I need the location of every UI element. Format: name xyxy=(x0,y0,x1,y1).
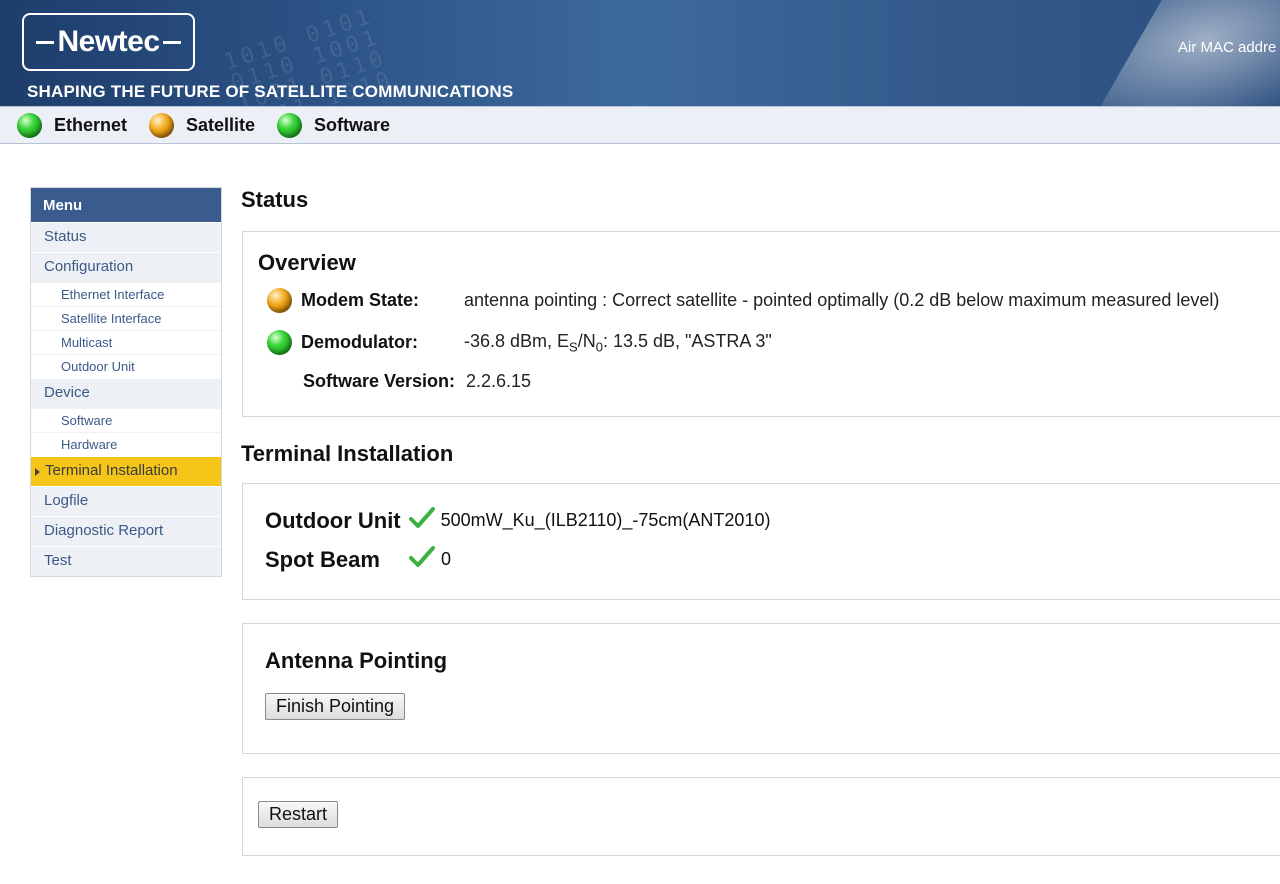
tagline: SHAPING THE FUTURE OF SATELLITE COMMUNIC… xyxy=(27,82,514,101)
status-ethernet-label: Ethernet xyxy=(54,114,128,135)
terminal-installation-panel: Outdoor Unit 500mW_Ku_(ILB2110)_-75cm(AN… xyxy=(242,483,1280,600)
checkmark-icon xyxy=(409,545,435,574)
antenna-pointing-title: Antenna Pointing xyxy=(265,648,448,673)
terminal-installation-title: Terminal Installation xyxy=(241,441,454,466)
restart-panel: Restart xyxy=(242,777,1280,856)
modem-state-label: Modem State: xyxy=(301,290,420,310)
modem-state-row: Modem State: antenna pointing : Correct … xyxy=(267,288,1219,313)
software-version-label: Software Version: xyxy=(303,371,456,391)
status-led-orange-icon xyxy=(149,112,175,138)
menu-subitem-software[interactable]: Software xyxy=(31,408,221,432)
menu-header: Menu xyxy=(31,188,221,222)
status-led-green-icon xyxy=(17,112,42,138)
status-ethernet: Ethernet xyxy=(17,112,128,138)
overview-title: Overview xyxy=(258,250,356,275)
demodulator-label: Demodulator: xyxy=(301,332,418,352)
menu-subitem-multicast[interactable]: Multicast xyxy=(31,330,221,354)
menu-item-diagnostic-report[interactable]: Diagnostic Report xyxy=(31,516,221,546)
status-software-label: Software xyxy=(314,114,391,135)
menu-item-terminal-installation[interactable]: Terminal Installation xyxy=(31,456,221,486)
outdoor-unit-value: 500mW_Ku_(ILB2110)_-75cm(ANT2010) xyxy=(440,510,771,530)
restart-button[interactable]: Restart xyxy=(258,801,339,828)
sidebar-menu: Menu Status Configuration Ethernet Inter… xyxy=(30,187,222,577)
modem-state-led-icon xyxy=(267,288,292,313)
spot-beam-row: Spot Beam 0 xyxy=(265,545,451,574)
menu-item-logfile[interactable]: Logfile xyxy=(31,486,221,516)
outdoor-unit-label: Outdoor Unit xyxy=(265,507,401,533)
spot-beam-value: 0 xyxy=(441,549,452,569)
header-banner: 1010 0101 0110 1001 1001 0110 0101 1010 … xyxy=(0,0,1280,106)
outdoor-unit-row: Outdoor Unit 500mW_Ku_(ILB2110)_-75cm(AN… xyxy=(265,506,770,535)
modem-state-value: antenna pointing : Correct satellite - p… xyxy=(464,290,1220,310)
software-version-row: Software Version: 2.2.6.15 xyxy=(267,371,531,392)
air-mac-address-label: Air MAC addre xyxy=(1178,39,1277,56)
checkmark-icon xyxy=(408,506,435,535)
menu-subitem-satellite-interface[interactable]: Satellite Interface xyxy=(31,306,221,330)
finish-pointing-button[interactable]: Finish Pointing xyxy=(265,693,406,720)
newtec-logo: Newtec xyxy=(22,13,195,71)
demodulator-row: Demodulator: -36.8 dBm, ES/N0: 13.5 dB, … xyxy=(267,330,772,355)
logo-text: Newtec xyxy=(57,25,160,58)
overview-panel: Overview Modem State: antenna pointing :… xyxy=(242,231,1280,417)
spot-beam-label: Spot Beam xyxy=(265,546,380,572)
menu-subitem-hardware[interactable]: Hardware xyxy=(31,432,221,456)
menu-item-configuration[interactable]: Configuration xyxy=(31,252,221,282)
software-version-value: 2.2.6.15 xyxy=(466,371,532,391)
page-title: Status xyxy=(241,187,309,212)
status-satellite: Satellite xyxy=(149,112,256,138)
status-satellite-label: Satellite xyxy=(186,114,256,135)
antenna-pointing-panel: Antenna Pointing Finish Pointing xyxy=(242,623,1280,754)
menu-item-device[interactable]: Device xyxy=(31,378,221,408)
demodulator-value: -36.8 dBm, ES/N0: 13.5 dB, "ASTRA 3" xyxy=(464,330,772,355)
status-software: Software xyxy=(277,112,391,138)
menu-item-status[interactable]: Status xyxy=(31,222,221,252)
menu-subitem-ethernet-interface[interactable]: Ethernet Interface xyxy=(31,282,221,306)
demodulator-led-icon xyxy=(267,330,292,355)
status-led-green-icon xyxy=(277,112,303,138)
status-indicator-bar: Ethernet Satellite Software xyxy=(0,106,1280,144)
menu-item-test[interactable]: Test xyxy=(31,546,221,576)
menu-subitem-outdoor-unit[interactable]: Outdoor Unit xyxy=(31,354,221,378)
